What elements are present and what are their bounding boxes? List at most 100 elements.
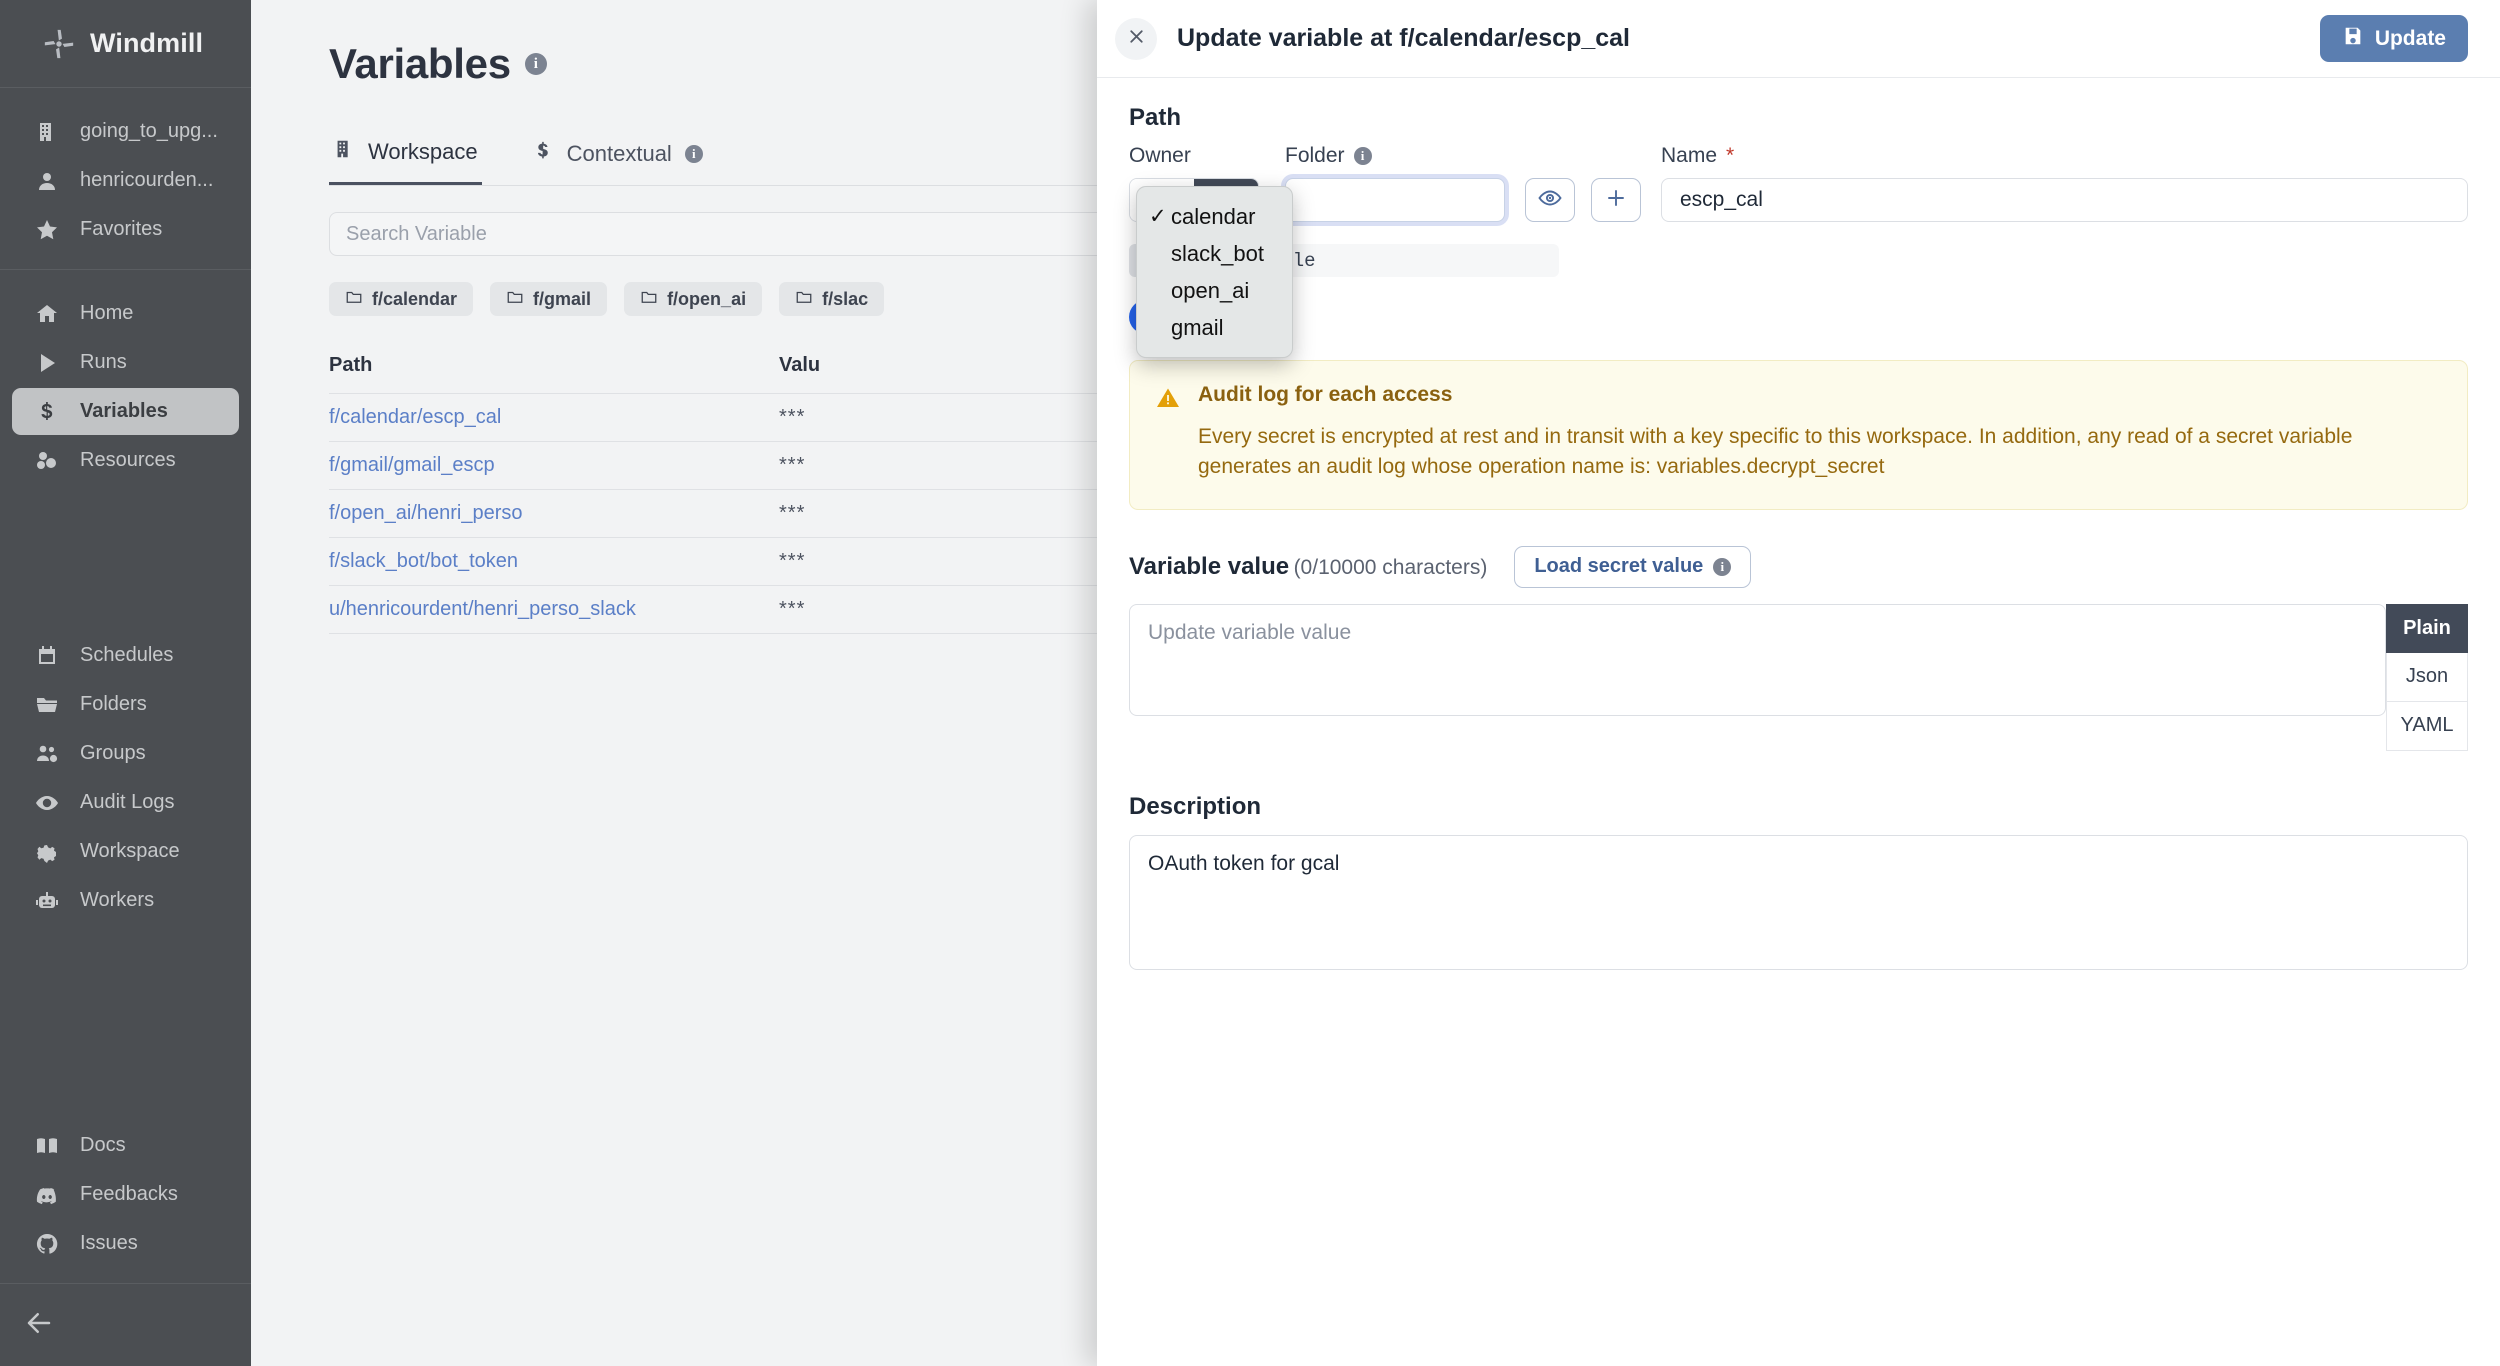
sidebar-item-label: Workspace	[80, 840, 180, 863]
variable-value-title: Variable value	[1129, 553, 1289, 580]
sidebar-item-feedbacks[interactable]: Feedbacks	[12, 1171, 239, 1218]
drawer-body: Path Owner User Folder Folder i	[1097, 78, 2500, 1366]
folder-option-open-ai[interactable]: open_ai	[1137, 272, 1292, 309]
row-value: ***	[779, 550, 1029, 573]
row-path[interactable]: u/henricourdent/henri_perso_slack	[329, 598, 779, 621]
folder-label: Folder i	[1285, 144, 1505, 168]
description-textarea[interactable]: OAuth token for gcal	[1129, 835, 2468, 970]
format-option-json[interactable]: Json	[2386, 653, 2468, 702]
format-selector: Plain Json YAML	[2386, 604, 2468, 751]
sidebar-favorites-label: Favorites	[80, 218, 162, 241]
row-value: ***	[779, 598, 1029, 621]
sidebar: Windmill going_to_upg... henricourden...…	[0, 0, 251, 1366]
folder-chip-label: f/calendar	[372, 289, 457, 310]
sidebar-item-schedules[interactable]: Schedules	[12, 632, 239, 679]
folder-option-label: open_ai	[1171, 278, 1249, 304]
variable-value-title-group: Variable value (0/10000 characters)	[1129, 553, 1487, 581]
tab-label: Workspace	[368, 139, 478, 165]
variable-value-count: (0/10000 characters)	[1294, 556, 1488, 579]
sidebar-item-workers[interactable]: Workers	[12, 877, 239, 924]
star-icon	[34, 217, 60, 243]
add-folder-button[interactable]	[1591, 178, 1641, 222]
sidebar-item-label: Schedules	[80, 644, 173, 667]
view-folder-button[interactable]	[1525, 178, 1575, 222]
sidebar-admin-group: Schedules Folders Groups Audit Logs	[0, 500, 251, 940]
folder-option-calendar[interactable]: ✓ calendar	[1137, 198, 1292, 235]
sidebar-item-variables[interactable]: Variables	[12, 388, 239, 435]
sidebar-item-docs[interactable]: Docs	[12, 1122, 239, 1169]
tab-workspace[interactable]: Workspace	[329, 132, 482, 185]
info-icon[interactable]: i	[1713, 558, 1731, 576]
close-icon	[1126, 26, 1147, 52]
row-path[interactable]: f/calendar/escp_cal	[329, 406, 779, 429]
name-field: Name * escp_cal	[1661, 144, 2468, 222]
close-button[interactable]	[1115, 18, 1157, 60]
cubes-icon	[34, 448, 60, 474]
description-title: Description	[1129, 793, 2468, 821]
folder-chip[interactable]: f/slac	[779, 282, 884, 316]
folder-field: Folder i	[1285, 144, 1505, 222]
sidebar-item-favorites[interactable]: Favorites	[12, 206, 239, 253]
sidebar-collapse-button[interactable]	[0, 1284, 251, 1366]
folder-option-gmail[interactable]: gmail	[1137, 309, 1292, 346]
required-asterisk: *	[1726, 144, 1734, 168]
sidebar-main-group: Home Runs Variables Resources	[0, 270, 251, 500]
format-option-yaml[interactable]: YAML	[2386, 702, 2468, 751]
folder-icon	[506, 288, 524, 311]
column-header-value: Valu	[779, 354, 1029, 377]
folder-chip-label: f/open_ai	[667, 289, 746, 310]
load-secret-value-label: Load secret value	[1534, 555, 1703, 578]
audit-log-warning: Audit log for each access Every secret i…	[1129, 360, 2468, 510]
sidebar-item-user[interactable]: henricourden...	[12, 157, 239, 204]
folder-option-slack-bot[interactable]: slack_bot	[1137, 235, 1292, 272]
building-icon	[34, 119, 60, 145]
info-icon[interactable]: i	[685, 145, 703, 163]
sidebar-item-groups[interactable]: Groups	[12, 730, 239, 777]
format-option-plain[interactable]: Plain	[2386, 604, 2468, 653]
sidebar-item-runs[interactable]: Runs	[12, 339, 239, 386]
row-path[interactable]: f/gmail/gmail_escp	[329, 454, 779, 477]
sidebar-item-home[interactable]: Home	[12, 290, 239, 337]
name-label-text: Name	[1661, 144, 1717, 168]
folder-icon	[34, 692, 60, 718]
user-icon	[34, 168, 60, 194]
sidebar-context-group: going_to_upg... henricourden... Favorite…	[0, 88, 251, 270]
sidebar-item-label: Resources	[80, 449, 176, 472]
folder-chip[interactable]: f/gmail	[490, 282, 607, 316]
sidebar-item-workspace[interactable]: Workspace	[12, 828, 239, 875]
folder-label-text: Folder	[1285, 144, 1345, 168]
folder-chip[interactable]: f/calendar	[329, 282, 473, 316]
folder-chip[interactable]: f/open_ai	[624, 282, 762, 316]
column-header-path: Path	[329, 354, 779, 377]
folder-icon	[345, 288, 363, 311]
name-input[interactable]: escp_cal	[1661, 178, 2468, 222]
check-icon: ✓	[1149, 204, 1171, 229]
sidebar-item-label: Runs	[80, 351, 127, 374]
sidebar-item-workspace-switcher[interactable]: going_to_upg...	[12, 108, 239, 155]
path-section-title: Path	[1129, 104, 2468, 132]
update-button[interactable]: Update	[2320, 15, 2468, 62]
groups-icon	[34, 741, 60, 767]
sidebar-item-resources[interactable]: Resources	[12, 437, 239, 484]
info-icon[interactable]: i	[525, 53, 547, 75]
info-icon[interactable]: i	[1354, 147, 1372, 165]
folder-select-popup[interactable]: ✓ calendar slack_bot open_ai gmail	[1136, 186, 1293, 358]
variable-value-textarea[interactable]: Update variable value	[1129, 604, 2386, 716]
tab-contextual[interactable]: Contextual i	[528, 132, 707, 185]
variable-value-placeholder: Update variable value	[1148, 621, 1351, 644]
sidebar-item-issues[interactable]: Issues	[12, 1220, 239, 1267]
folder-option-label: gmail	[1171, 315, 1224, 341]
brand-logo[interactable]: Windmill	[0, 0, 251, 88]
sidebar-workspace-label: going_to_upg...	[80, 120, 218, 143]
row-path[interactable]: f/slack_bot/bot_token	[329, 550, 779, 573]
drawer-header: Update variable at f/calendar/escp_cal U…	[1097, 0, 2500, 78]
sidebar-item-audit-logs[interactable]: Audit Logs	[12, 779, 239, 826]
sidebar-item-label: Workers	[80, 889, 154, 912]
sidebar-item-folders[interactable]: Folders	[12, 681, 239, 728]
row-path[interactable]: f/open_ai/henri_perso	[329, 502, 779, 525]
save-icon	[2342, 25, 2364, 53]
home-icon	[34, 301, 60, 327]
load-secret-value-button[interactable]: Load secret value i	[1514, 546, 1751, 588]
folder-select[interactable]	[1285, 178, 1505, 222]
sidebar-item-label: Groups	[80, 742, 146, 765]
